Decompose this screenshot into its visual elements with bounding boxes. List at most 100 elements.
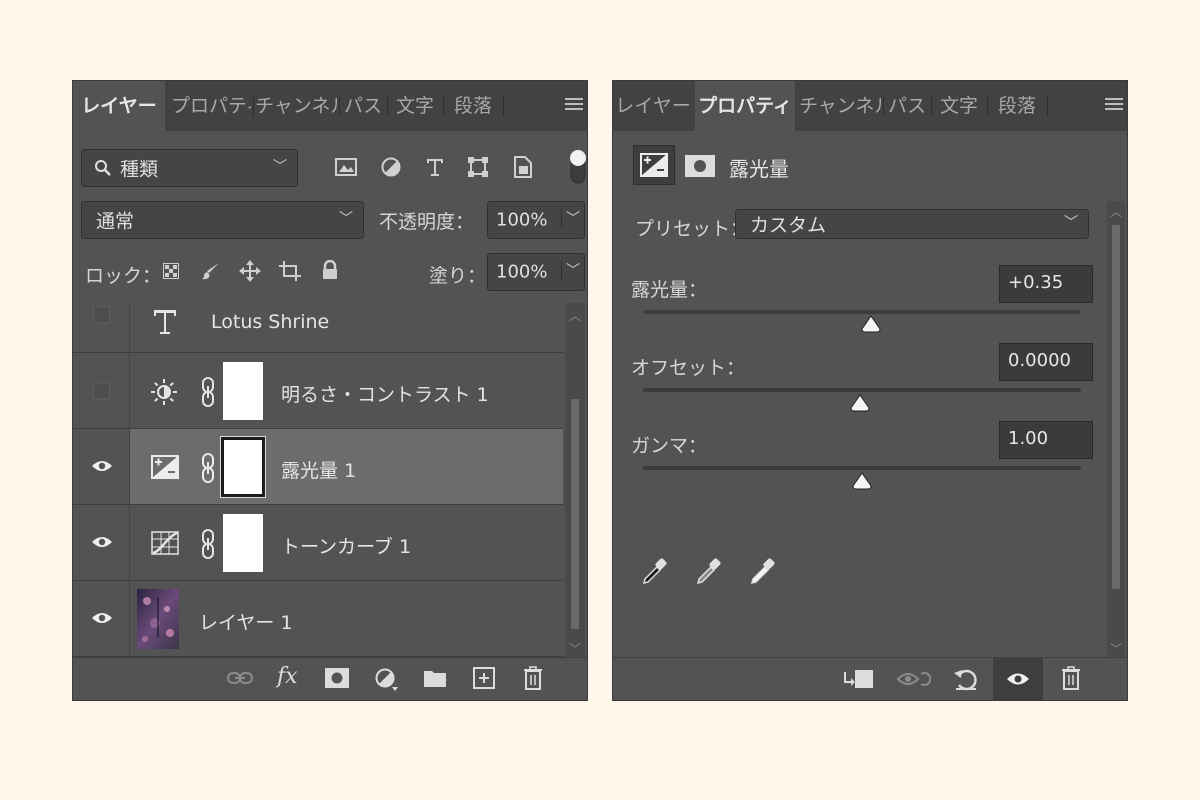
- layers-bottom-bar: fx: [73, 657, 587, 700]
- trash-icon[interactable]: [523, 666, 543, 690]
- gamma-slider-track[interactable]: [643, 466, 1081, 470]
- scroll-down-icon[interactable]: ﹀: [569, 640, 581, 657]
- layer-list: Lotus Shrine 明るさ・コントラスト 1 露光量 1 トーンカーブ 1…: [73, 303, 563, 659]
- chevron-down-icon: ﹀: [273, 159, 287, 175]
- layer-row-text[interactable]: Lotus Shrine: [73, 303, 563, 353]
- gamma-input[interactable]: 1.00: [999, 421, 1093, 459]
- scroll-up-icon[interactable]: ︿: [1110, 203, 1122, 220]
- reset-icon[interactable]: [953, 667, 979, 691]
- layers-panel: レイヤー プロパティ チャンネル パス 文字 段落 種類 ﹀ 通常: [72, 80, 588, 701]
- layers-tab-bar: レイヤー プロパティ チャンネル パス 文字 段落: [73, 81, 587, 131]
- preset-dropdown[interactable]: カスタム ﹀: [735, 209, 1089, 239]
- trash-icon[interactable]: [1061, 666, 1081, 690]
- toggle-visibility-button[interactable]: [993, 658, 1043, 700]
- adjustment-properties-toggle[interactable]: [633, 145, 675, 185]
- tab-paragraph[interactable]: 段落: [989, 81, 1045, 131]
- layer-row-brightness-contrast[interactable]: 明るさ・コントラスト 1: [73, 353, 563, 429]
- exposure-input[interactable]: +0.35: [999, 265, 1093, 303]
- link-icon[interactable]: [201, 377, 215, 407]
- offset-slider-track[interactable]: [643, 388, 1081, 392]
- tab-channels[interactable]: チャンネル: [799, 81, 881, 131]
- type-filter-icon[interactable]: [425, 157, 445, 177]
- view-previous-state-icon[interactable]: [897, 668, 931, 690]
- add-mask-icon[interactable]: [325, 668, 349, 688]
- visibility-toggle[interactable]: [93, 306, 110, 323]
- layer-row-pixel[interactable]: レイヤー 1: [73, 581, 563, 657]
- tab-paths[interactable]: パス: [885, 81, 929, 131]
- tab-channels[interactable]: チャンネル: [255, 81, 337, 131]
- scroll-down-icon[interactable]: ﹀: [1110, 640, 1122, 657]
- tab-properties[interactable]: プロパティ: [695, 81, 795, 131]
- tab-properties[interactable]: プロパティ: [171, 81, 251, 131]
- pixel-filter-icon[interactable]: [335, 157, 357, 177]
- link-icon[interactable]: [201, 529, 215, 559]
- layer-mask-thumbnail[interactable]: [223, 362, 263, 420]
- eye-icon[interactable]: [91, 459, 113, 473]
- gamma-slider-thumb[interactable]: [852, 472, 872, 490]
- fill-field[interactable]: 100% ﹀: [487, 253, 585, 291]
- new-group-folder-icon[interactable]: [423, 668, 447, 688]
- layer-row-exposure[interactable]: 露光量 1: [73, 429, 563, 505]
- layer-mask-thumbnail[interactable]: [220, 436, 266, 498]
- tab-layers[interactable]: レイヤー: [73, 81, 165, 131]
- shape-filter-icon[interactable]: [468, 157, 488, 177]
- panel-menu-icon[interactable]: [565, 98, 583, 112]
- opacity-value: 100%: [496, 209, 548, 231]
- visibility-column: [73, 353, 130, 428]
- eye-icon[interactable]: [91, 535, 113, 549]
- eye-icon[interactable]: [91, 611, 113, 625]
- layer-filter-dropdown[interactable]: 種類 ﹀: [81, 149, 298, 187]
- tab-layers[interactable]: レイヤー: [613, 81, 693, 131]
- tab-paths[interactable]: パス: [341, 81, 385, 131]
- white-point-eyedropper-icon[interactable]: [749, 557, 777, 585]
- exposure-label: 露光量：: [631, 279, 708, 301]
- mask-properties-icon[interactable]: [685, 155, 715, 177]
- offset-slider-thumb[interactable]: [850, 394, 870, 412]
- layer-style-fx-icon[interactable]: fx: [277, 664, 298, 689]
- opacity-label: 不透明度：: [379, 211, 475, 233]
- black-point-eyedropper-icon[interactable]: [641, 557, 669, 585]
- brightness-contrast-icon: [150, 378, 178, 406]
- scroll-up-icon[interactable]: ︿: [569, 307, 581, 324]
- exposure-icon: [151, 455, 179, 479]
- blend-mode-dropdown[interactable]: 通常 ﹀: [81, 201, 364, 239]
- new-layer-icon[interactable]: [473, 667, 495, 689]
- layer-list-scrollbar[interactable]: ︿ ﹀: [565, 303, 585, 659]
- exposure-slider-thumb[interactable]: [861, 315, 881, 333]
- preset-label: プリセット：: [635, 218, 750, 240]
- visibility-column: [73, 505, 130, 580]
- visibility-toggle[interactable]: [93, 382, 110, 399]
- tab-character[interactable]: 文字: [933, 81, 985, 131]
- lock-artboard-icon[interactable]: [279, 261, 301, 281]
- tab-character[interactable]: 文字: [389, 81, 441, 131]
- tab-paragraph[interactable]: 段落: [445, 81, 501, 131]
- panel-menu-icon[interactable]: [1105, 98, 1123, 112]
- lock-transparent-pixels-icon[interactable]: [163, 263, 179, 279]
- layer-image-thumbnail[interactable]: [137, 589, 179, 649]
- properties-title: 露光量: [729, 157, 789, 181]
- scroll-thumb[interactable]: [571, 399, 579, 629]
- layer-mask-thumbnail[interactable]: [223, 514, 263, 572]
- scroll-thumb[interactable]: [1112, 225, 1120, 589]
- lock-position-icon[interactable]: [239, 260, 261, 282]
- adjustment-filter-icon[interactable]: [381, 157, 401, 177]
- lock-image-pixels-icon[interactable]: [201, 261, 221, 281]
- clip-to-layer-icon[interactable]: [843, 668, 875, 690]
- chevron-down-icon[interactable]: ﹀: [561, 260, 580, 280]
- chevron-down-icon[interactable]: ﹀: [561, 208, 580, 228]
- curves-icon: [151, 531, 179, 555]
- lock-all-icon[interactable]: [321, 260, 339, 280]
- link-layers-icon[interactable]: [227, 670, 253, 686]
- gray-point-eyedropper-icon[interactable]: [695, 557, 723, 585]
- exposure-slider-track[interactable]: [643, 310, 1081, 314]
- smart-object-filter-icon[interactable]: [513, 156, 533, 178]
- properties-scrollbar[interactable]: ︿ ﹀: [1107, 201, 1125, 659]
- opacity-field[interactable]: 100% ﹀: [487, 201, 585, 239]
- properties-panel: レイヤー プロパティ チャンネル パス 文字 段落 露光量 プリセット： カスタ…: [612, 80, 1128, 701]
- layer-row-curves[interactable]: トーンカーブ 1: [73, 505, 563, 581]
- filter-toggle[interactable]: [569, 149, 587, 185]
- new-adjustment-layer-icon[interactable]: [375, 668, 399, 692]
- offset-input[interactable]: 0.0000: [999, 343, 1093, 381]
- fill-label: 塗り：: [429, 265, 487, 287]
- link-icon[interactable]: [201, 453, 215, 483]
